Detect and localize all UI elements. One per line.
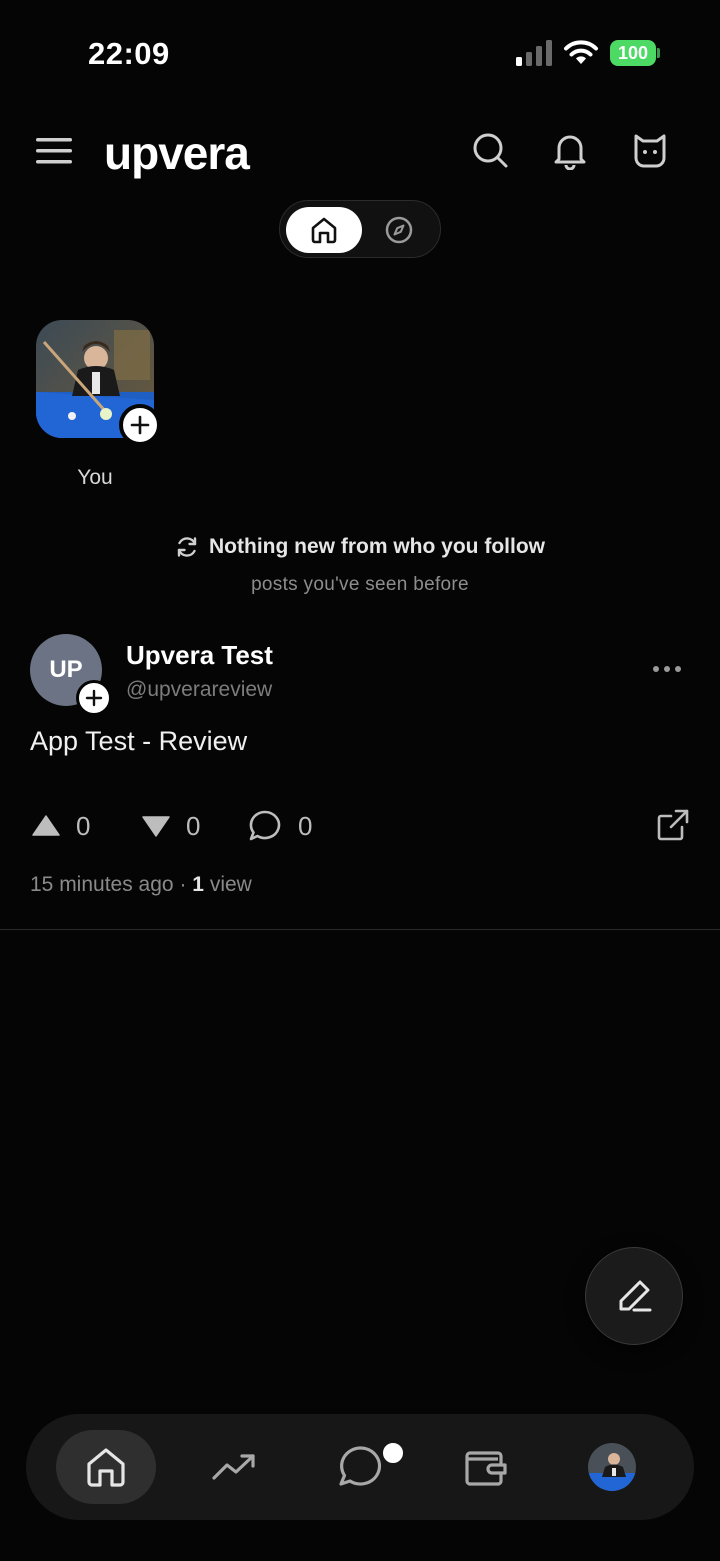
tab-wallet[interactable] — [436, 1430, 536, 1504]
battery-level: 100 — [610, 40, 656, 66]
post-text: App Test - Review — [30, 726, 248, 756]
post-meta: 15 minutes ago · 1 view — [30, 873, 252, 897]
author-name[interactable]: Upvera Test — [126, 640, 273, 671]
compass-icon — [385, 216, 413, 244]
plus-icon — [130, 415, 150, 435]
feed-notice: Nothing new from who you follow posts yo… — [0, 535, 720, 596]
upvote-count: 0 — [76, 810, 91, 841]
chat-bubble-icon — [339, 1446, 382, 1486]
brand-logo: upvera — [104, 127, 250, 179]
notice-title: Nothing new from who you follow — [209, 535, 545, 558]
tab-trending[interactable] — [184, 1430, 284, 1504]
share-external-icon[interactable] — [656, 808, 690, 842]
unread-indicator — [380, 1440, 406, 1466]
home-icon — [87, 1448, 125, 1487]
trending-icon — [212, 1454, 255, 1480]
wifi-icon — [564, 40, 598, 64]
cat-face-icon[interactable] — [630, 130, 670, 170]
comments-button[interactable]: 0 — [248, 804, 312, 848]
post-time: 15 minutes ago — [30, 873, 174, 896]
profile-photo-billiards — [588, 1443, 636, 1491]
meta-separator: · — [179, 873, 187, 896]
bottom-tab-bar — [26, 1414, 694, 1520]
explore-feed-tab[interactable] — [376, 207, 422, 253]
upvote-button[interactable]: 0 — [32, 804, 90, 848]
views-count: 1 — [192, 873, 204, 896]
feed-toggle — [279, 200, 441, 258]
add-story-button[interactable] — [119, 404, 161, 446]
wallet-icon — [465, 1451, 507, 1486]
follow-author-button[interactable] — [76, 680, 112, 716]
following-feed-tab[interactable] — [286, 207, 362, 253]
tab-profile[interactable] — [562, 1430, 662, 1504]
notice-subtitle: posts you've seen before — [251, 574, 469, 595]
post-actions: 0 0 0 — [0, 804, 720, 848]
views-label: view — [209, 873, 252, 896]
pencil-icon — [619, 1280, 652, 1312]
comment-count: 0 — [298, 810, 313, 841]
status-bar: 22:09 100 — [0, 0, 720, 100]
compose-post-button[interactable] — [585, 1247, 683, 1345]
bell-icon[interactable] — [550, 130, 590, 170]
downvote-button[interactable]: 0 — [142, 804, 200, 848]
refresh-icon — [177, 537, 197, 557]
plus-icon — [85, 689, 103, 707]
comment-bubble-icon — [249, 810, 281, 841]
downvote-arrow-icon — [142, 816, 170, 837]
status-time: 22:09 — [88, 36, 170, 71]
author-handle[interactable]: @upverareview — [126, 678, 272, 702]
battery-indicator: 100 — [610, 40, 660, 66]
downvote-count: 0 — [186, 810, 201, 841]
post-card[interactable]: UP Upvera Test @upverareview App Test - … — [0, 628, 720, 930]
story-label: You — [77, 466, 113, 489]
hamburger-menu-icon[interactable] — [36, 136, 74, 166]
home-icon — [311, 217, 337, 244]
app-header: upvera — [0, 118, 720, 188]
cellular-signal-icon — [516, 40, 552, 66]
more-options-icon[interactable] — [652, 662, 682, 676]
notice-title-row: Nothing new from who you follow — [175, 535, 545, 559]
upvote-arrow-icon — [32, 815, 60, 836]
profile-avatar — [588, 1443, 636, 1491]
tab-home[interactable] — [56, 1430, 156, 1504]
search-icon[interactable] — [470, 130, 510, 170]
